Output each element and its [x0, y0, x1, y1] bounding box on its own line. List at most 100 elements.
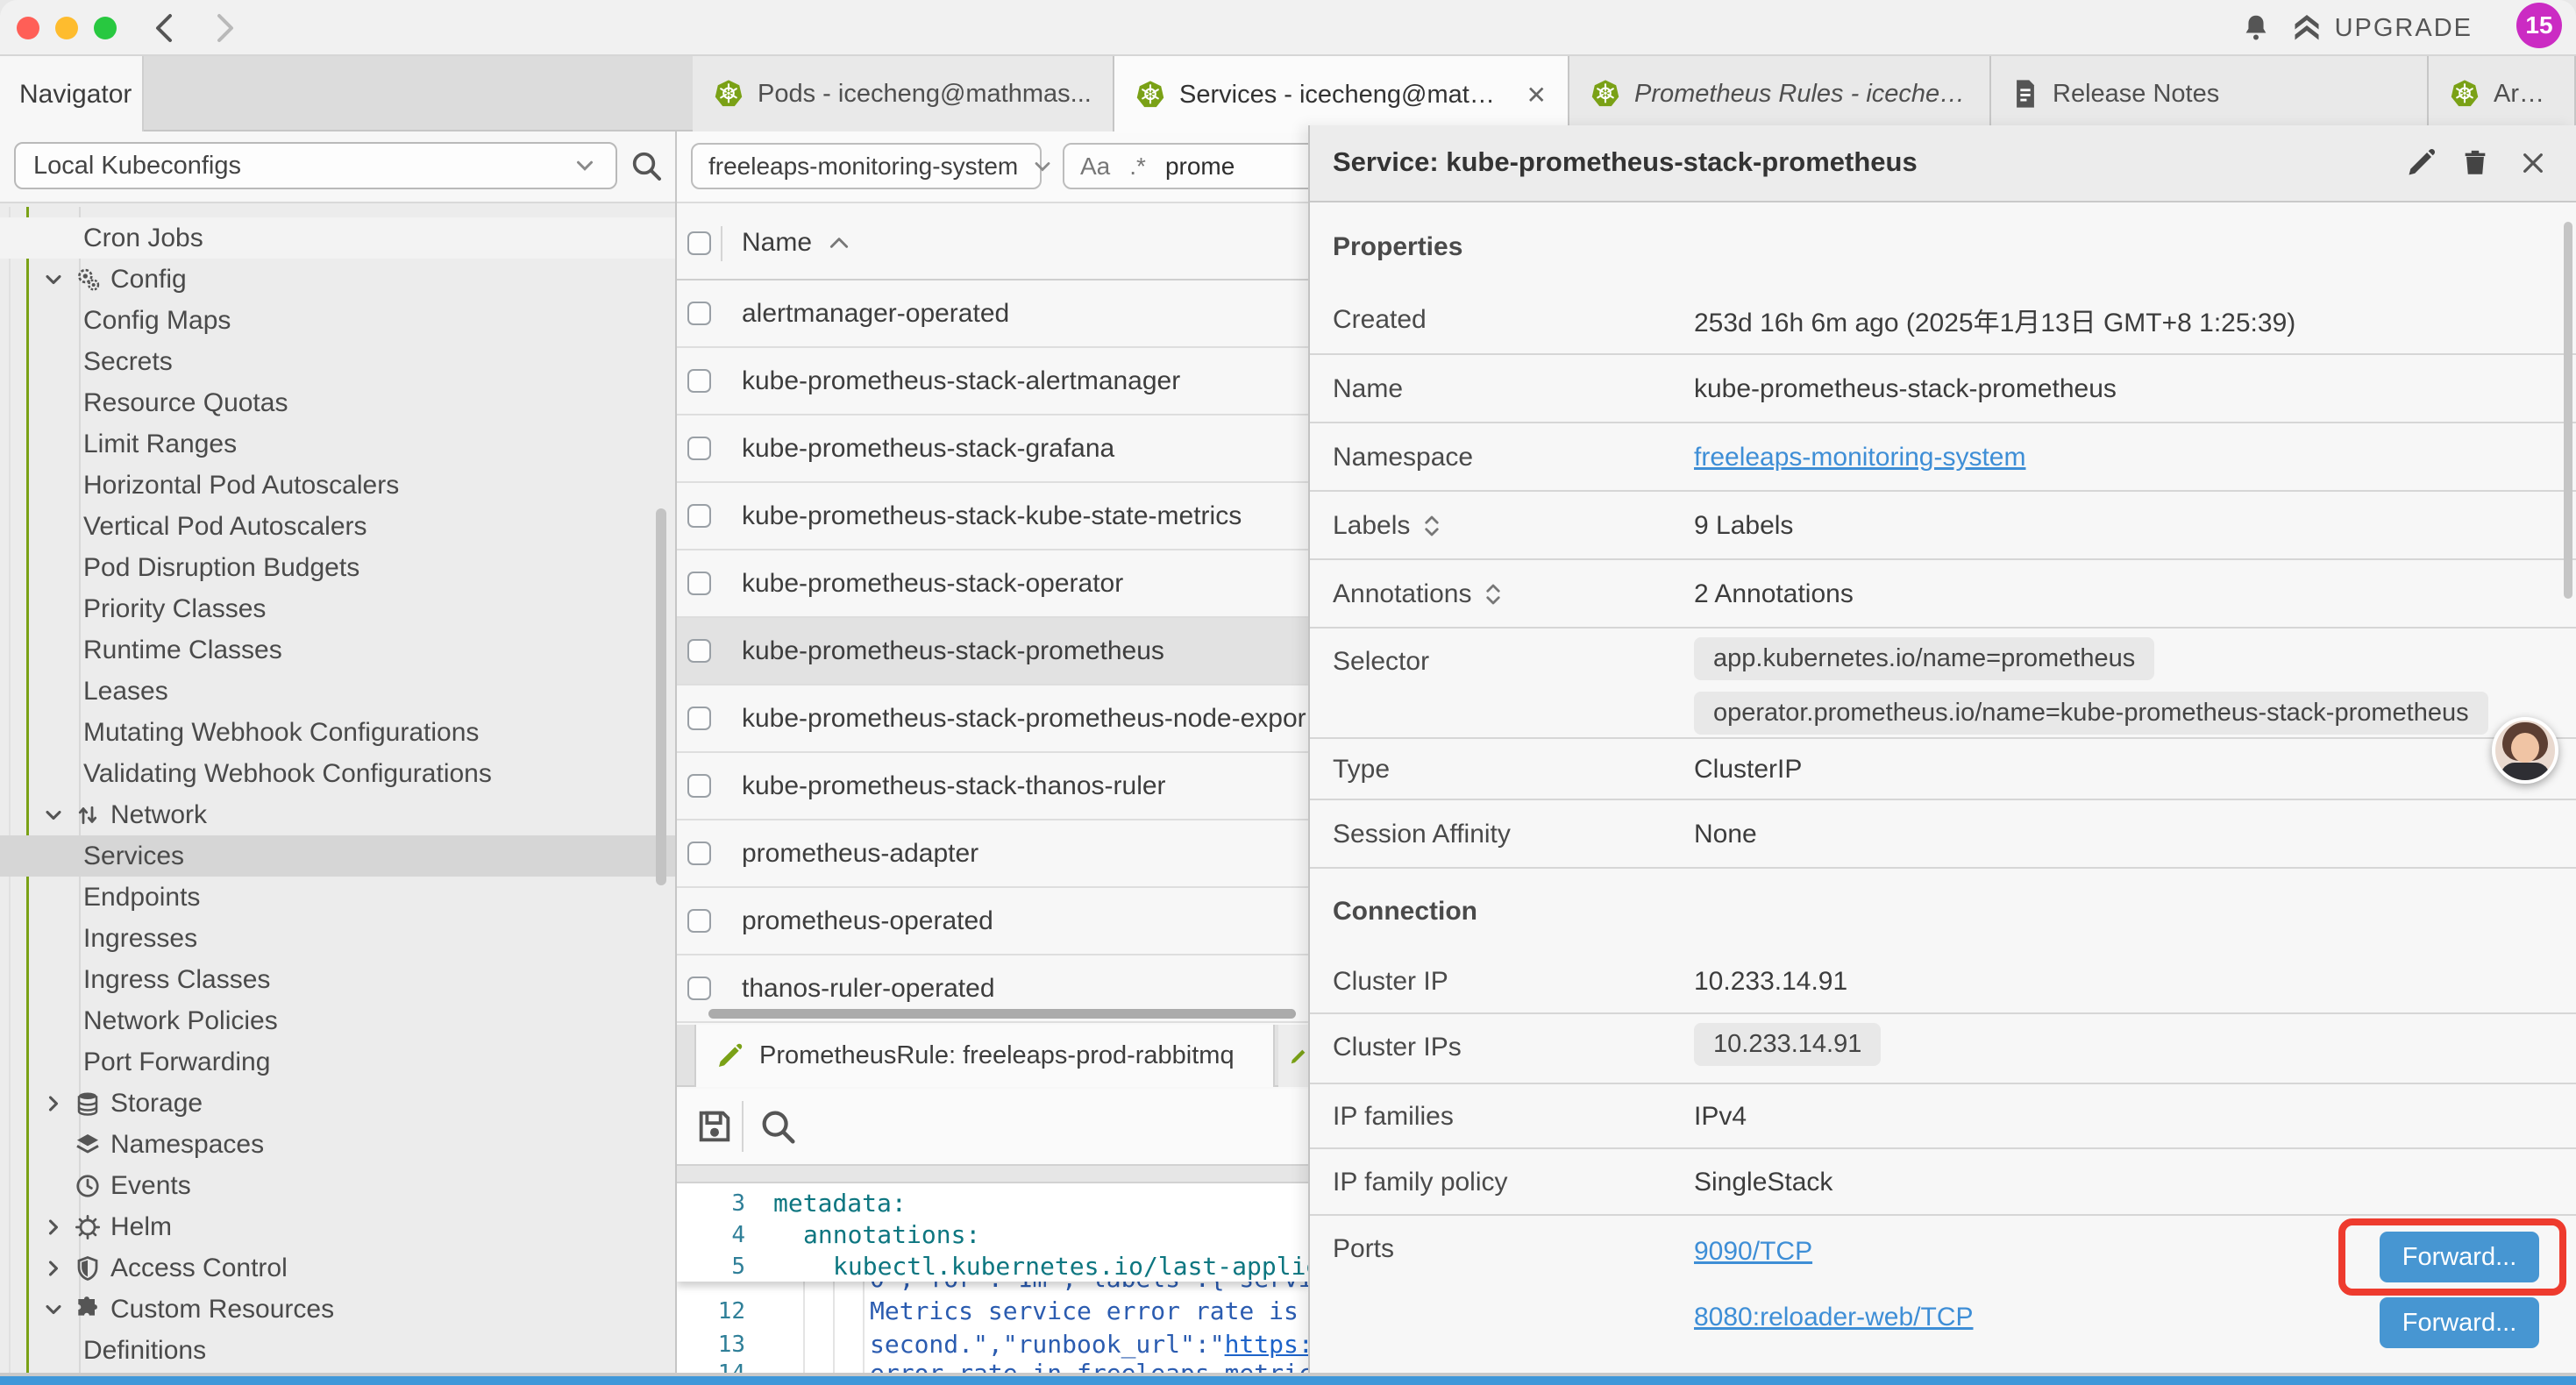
kubeconfig-select[interactable]: Local Kubeconfigs [14, 142, 617, 189]
sidebar-search-icon[interactable] [626, 146, 666, 186]
horizontal-scrollbar[interactable] [708, 1009, 1296, 1019]
row-checkbox[interactable] [687, 909, 711, 933]
namespace-select[interactable]: freeleaps-monitoring-system [691, 143, 1042, 189]
save-icon[interactable] [694, 1106, 735, 1147]
table-row[interactable]: kube-prometheus-stack-alertmanager [677, 348, 1308, 416]
sidebar-item-namespaces[interactable]: Namespaces [0, 1124, 675, 1165]
table-row[interactable]: prometheus-operated [677, 888, 1308, 955]
table-row[interactable]: kube-prometheus-stack-grafana [677, 416, 1308, 483]
namespace-link[interactable]: freeleaps-monitoring-system [1694, 443, 2025, 472]
row-checkbox[interactable] [687, 774, 711, 798]
sidebar-item-ingress-classes[interactable]: Ingress Classes [0, 959, 675, 1000]
sidebar-item-access-control[interactable]: Access Control [0, 1247, 675, 1289]
sidebar-item-storage[interactable]: Storage [0, 1083, 675, 1124]
sidebar-item-pod-disruption-budgets[interactable]: Pod Disruption Budgets [0, 547, 675, 588]
sidebar-item-vertical-pod-autoscalers[interactable]: Vertical Pod Autoscalers [0, 506, 675, 547]
row-checkbox[interactable] [687, 572, 711, 595]
sidebar-item-limit-ranges[interactable]: Limit Ranges [0, 423, 675, 465]
forward-arrow-icon[interactable] [207, 11, 242, 46]
name-column-header[interactable]: Name [742, 228, 850, 258]
sidebar-item-mutating-webhook-configurations[interactable]: Mutating Webhook Configurations [0, 712, 675, 753]
back-arrow-icon[interactable] [147, 11, 182, 46]
tab-release[interactable]: Release Notes [1991, 56, 2429, 131]
editor-tab-prometheusrule[interactable]: PrometheusRule: freeleaps-prod-rabbitmq [694, 1025, 1275, 1087]
edit-pencil-icon[interactable] [2402, 145, 2439, 181]
detail-value: 10.233.14.91 [1694, 949, 1847, 1014]
row-checkbox[interactable] [687, 842, 711, 865]
yaml-editor[interactable]: 0","for":"1m","labels":{"service":"f12Me… [677, 1183, 1308, 1385]
row-checkbox[interactable] [687, 437, 711, 460]
row-checkbox[interactable] [687, 977, 711, 1000]
notifications-bell-icon[interactable] [2239, 11, 2273, 45]
sidebar-item-secrets[interactable]: Secrets [0, 341, 675, 382]
row-checkbox[interactable] [687, 369, 711, 393]
sidebar-item-definitions[interactable]: Definitions [0, 1330, 675, 1371]
row-checkbox[interactable] [687, 302, 711, 325]
sidebar-item-helm[interactable]: Helm [0, 1206, 675, 1247]
table-row[interactable]: kube-prometheus-stack-kube-state-metrics [677, 483, 1308, 550]
sidebar-item-custom-resources[interactable]: Custom Resources [0, 1289, 675, 1330]
tab-prometheus[interactable]: Prometheus Rules - icecheng... [1569, 56, 1991, 131]
chevron-right-icon[interactable] [40, 1090, 67, 1117]
sidebar-item-config-maps[interactable]: Config Maps [0, 300, 675, 341]
editor-tab-next[interactable] [1278, 1025, 1308, 1087]
sidebar-item-priority-classes[interactable]: Priority Classes [0, 588, 675, 629]
table-row[interactable]: prometheus-adapter [677, 820, 1308, 888]
navigator-tab[interactable]: Navigator [0, 56, 144, 133]
detail-label: IP families [1333, 1084, 1454, 1149]
sidebar-item-events[interactable]: Events [0, 1165, 675, 1206]
notification-count-badge[interactable]: 15 [2516, 3, 2562, 48]
sidebar-item-runtime-classes[interactable]: Runtime Classes [0, 629, 675, 671]
avatar[interactable] [2492, 717, 2558, 784]
row-checkbox[interactable] [687, 639, 711, 663]
sidebar-item-services[interactable]: Services [0, 835, 675, 877]
chevron-down-icon[interactable] [40, 802, 67, 828]
tab-services[interactable]: Services - icecheng@math...✕ [1114, 56, 1569, 133]
row-checkbox[interactable] [687, 504, 711, 528]
chevron-right-icon[interactable] [40, 1255, 67, 1282]
sidebar-item-endpoints[interactable]: Endpoints [0, 877, 675, 918]
close-icon[interactable] [2515, 145, 2551, 181]
port-link[interactable]: 8080:reloader-web/TCP [1694, 1303, 1974, 1332]
tab-argo[interactable]: Argo Se [2429, 56, 2576, 131]
detail-scrollbar[interactable] [2564, 222, 2572, 599]
table-row[interactable]: kube-prometheus-stack-prometheus-node-ex… [677, 685, 1308, 753]
delete-trash-icon[interactable] [2457, 145, 2494, 181]
upgrade-button[interactable]: UPGRADE [2291, 0, 2473, 56]
detail-value[interactable]: freeleaps-monitoring-system [1694, 423, 2025, 492]
sticky-line: 4annotations: [677, 1218, 1308, 1251]
sidebar-item-ingresses[interactable]: Ingresses [0, 918, 675, 959]
sidebar-item-cron-jobs[interactable]: Cron Jobs [0, 217, 675, 259]
table-row[interactable]: kube-prometheus-stack-operator [677, 550, 1308, 618]
traffic-light-minimize[interactable] [55, 17, 78, 39]
tab-pods[interactable]: Pods - icecheng@mathmas... [693, 56, 1114, 131]
regex-toggle[interactable]: .* [1129, 153, 1146, 181]
sidebar-item-port-forwarding[interactable]: Port Forwarding [0, 1041, 675, 1083]
sidebar-item-network[interactable]: Network [0, 794, 675, 835]
sidebar-item-config[interactable]: Config [0, 259, 675, 300]
editor-search-icon[interactable] [758, 1106, 798, 1147]
traffic-light-close[interactable] [17, 17, 39, 39]
sort-updown-icon[interactable] [1422, 513, 1441, 539]
sidebar-item-horizontal-pod-autoscalers[interactable]: Horizontal Pod Autoscalers [0, 465, 675, 506]
sidebar-item-resource-quotas[interactable]: Resource Quotas [0, 382, 675, 423]
chevron-right-icon[interactable] [40, 1214, 67, 1240]
resource-search-input[interactable]: Aa .* prome [1063, 143, 1326, 189]
row-checkbox[interactable] [687, 707, 711, 730]
sidebar-item-leases[interactable]: Leases [0, 671, 675, 712]
sidebar-item-validating-webhook-configurations[interactable]: Validating Webhook Configurations [0, 753, 675, 794]
close-tab-icon[interactable]: ✕ [1526, 81, 1547, 110]
traffic-light-zoom[interactable] [94, 17, 117, 39]
port-link[interactable]: 9090/TCP [1694, 1237, 1812, 1266]
sidebar-item-network-policies[interactable]: Network Policies [0, 1000, 675, 1041]
match-case-toggle[interactable]: Aa [1080, 153, 1110, 181]
table-row[interactable]: alertmanager-operated [677, 281, 1308, 348]
table-row[interactable]: kube-prometheus-stack-prometheus [677, 618, 1308, 685]
chevron-down-icon[interactable] [40, 1296, 67, 1323]
select-all-checkbox[interactable] [687, 231, 711, 255]
sort-updown-icon[interactable] [1484, 581, 1503, 607]
chevron-down-icon[interactable] [40, 266, 67, 293]
table-row[interactable]: kube-prometheus-stack-thanos-ruler [677, 753, 1308, 820]
sidebar-scrollbar[interactable] [656, 508, 666, 885]
forward-button[interactable]: Forward... [2380, 1297, 2539, 1348]
